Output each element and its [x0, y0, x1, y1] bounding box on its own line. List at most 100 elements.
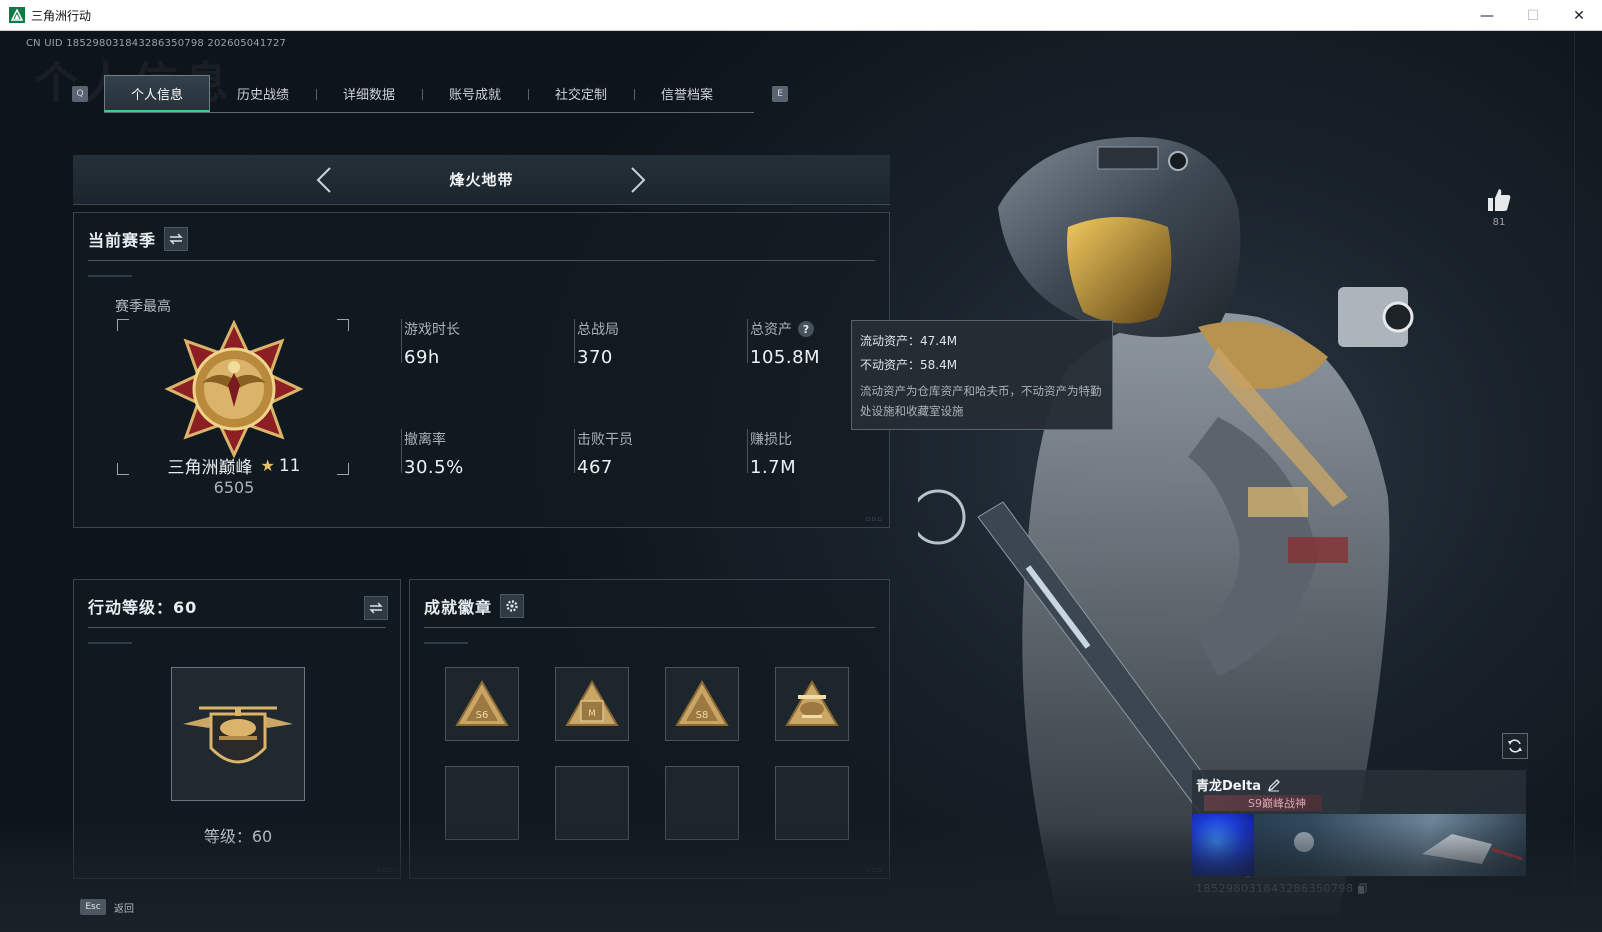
game-viewport: 个人信息 CN UID 18529803184328635079​8 20260…	[0, 31, 1602, 932]
stat-kills: 击败干员 467	[574, 429, 734, 478]
close-button[interactable]: ✕	[1556, 0, 1602, 31]
tab-credit-record[interactable]: 信誉档案	[634, 75, 740, 112]
prev-mode-button[interactable]	[309, 165, 339, 195]
panel-divider	[88, 260, 875, 261]
window-controls: — ☐ ✕	[1464, 0, 1602, 31]
ops-level-panel: 行动等级：60 等级：60 ▫▫▫	[73, 579, 401, 879]
rank-points: 6505	[213, 478, 255, 497]
app-logo-icon	[9, 7, 25, 23]
achievements-header: 成就徽章	[424, 594, 525, 618]
like-area: 81	[1484, 187, 1514, 228]
achievements-title: 成就徽章	[424, 598, 493, 617]
achievement-badge-icon: S8	[675, 680, 729, 726]
esc-key[interactable]: Esc	[80, 899, 106, 915]
player-id: 1852980318432863507​98	[1196, 882, 1354, 895]
edit-icon[interactable]	[1267, 778, 1281, 792]
swap-icon	[369, 602, 383, 614]
astronaut-banner-art	[1294, 832, 1523, 864]
maximize-button[interactable]: ☐	[1510, 0, 1556, 31]
stat-value: 370	[577, 347, 613, 368]
tab-achievements[interactable]: 账号成就	[422, 75, 528, 112]
stat-profit-ratio: 赚损比 1.7M	[747, 429, 907, 478]
prev-tab-key-hint[interactable]: Q	[72, 86, 88, 102]
season-panel: 当前赛季 赛季最高 三角洲巅峰 ★ 11 6505 游戏时长 69h 总战局 3…	[73, 212, 890, 528]
help-icon[interactable]: ?	[798, 321, 814, 337]
rank-frame	[117, 319, 349, 475]
achievements-settings-button[interactable]	[500, 594, 525, 618]
chevron-right-icon	[631, 167, 646, 193]
season-best-label: 赛季最高	[115, 299, 171, 315]
window-titlebar: 三角洲行动 — ☐ ✕	[0, 0, 1602, 31]
refresh-icon	[1508, 739, 1522, 753]
uid-line: CN UID 18529803184328635079​8 2026050417…	[26, 38, 287, 49]
stat-value: 1.7M	[750, 457, 797, 478]
player-id-row: 1852980318432863507​98	[1196, 882, 1367, 895]
rank-star-icon: ★	[260, 456, 275, 475]
mode-selector: 烽火地带	[73, 155, 890, 205]
season-header: 当前赛季	[88, 227, 189, 251]
season-switch-button[interactable]	[164, 227, 189, 251]
tab-bar: Q 个人信息 历史战绩 详细数据 账号成就 社交定制 信誉档案 E	[72, 75, 788, 113]
minimize-button[interactable]: —	[1464, 0, 1510, 31]
achievement-badge-icon: M	[565, 680, 619, 726]
asset-tooltip: 流动资产：47.4M 不动资产：58.4M 流动资产为仓库资产和哈夫币，不动资产…	[851, 320, 1113, 430]
back-label: 返回	[114, 903, 134, 915]
tab-personal-info[interactable]: 个人信息	[104, 75, 210, 112]
achievements-panel: 成就徽章 S6 M S8 ▫▫▫	[409, 579, 890, 879]
stat-label: 总战局	[577, 322, 619, 338]
crest-badge-icon	[785, 680, 839, 726]
achievement-empty-slot[interactable]	[775, 766, 849, 840]
panel-divider	[424, 627, 875, 628]
panel-divider-accent	[424, 642, 468, 644]
ops-header: 行动等级：60	[88, 594, 197, 618]
rank-name-row: 三角洲巅峰 ★ 11	[74, 453, 394, 479]
player-card[interactable]: 青龙Delta S9巅峰战神	[1192, 770, 1526, 878]
tooltip-description: 流动资产为仓库资产和哈夫币，不动资产为特勤处设施和收藏室设施	[860, 384, 1102, 418]
thumbs-up-icon[interactable]	[1486, 187, 1512, 213]
achievement-badge-slot[interactable]: S6	[445, 667, 519, 741]
rank-emblem-icon	[164, 319, 304, 459]
player-name: 青龙Delta	[1196, 779, 1262, 794]
panel-divider	[88, 627, 386, 628]
season-title: 当前赛季	[88, 231, 157, 250]
copy-icon[interactable]	[1357, 883, 1367, 895]
badge-label: S6	[476, 710, 489, 721]
achievement-badge-slot[interactable]: S8	[665, 667, 739, 741]
rank-stars: 11	[278, 455, 301, 476]
stat-label: 总资产	[750, 322, 792, 338]
chevron-left-icon	[316, 167, 331, 193]
stat-label: 赚损比	[750, 432, 792, 448]
stat-value: 467	[577, 457, 613, 478]
tab-detailed-data[interactable]: 详细数据	[316, 75, 422, 112]
corner-dots: ▫▫▫	[865, 866, 883, 874]
achievement-badge-slot[interactable]: M	[555, 667, 629, 741]
stat-label: 游戏时长	[404, 322, 460, 338]
back-hint[interactable]: Esc 返回	[80, 899, 134, 915]
gear-icon	[506, 600, 518, 612]
panel-divider-accent	[88, 275, 132, 277]
refresh-button[interactable]	[1502, 733, 1528, 759]
tooltip-liquid-assets: 流动资产：47.4M	[860, 334, 958, 348]
ops-switch-button[interactable]	[364, 596, 388, 620]
rank-name: 三角洲巅峰	[167, 458, 253, 478]
player-name-row: 青龙Delta	[1196, 775, 1281, 794]
achievement-empty-slot[interactable]	[665, 766, 739, 840]
tab-match-history[interactable]: 历史战绩	[210, 75, 316, 112]
swap-icon	[169, 233, 183, 245]
helicopter-badge-icon	[183, 706, 293, 764]
panel-divider-accent	[88, 642, 132, 644]
achievement-empty-slot[interactable]	[445, 766, 519, 840]
window-title: 三角洲行动	[31, 8, 92, 23]
achievement-badge-slot[interactable]	[775, 667, 849, 741]
badge-label: S8	[696, 710, 709, 721]
ops-badge[interactable]	[171, 667, 305, 801]
corner-dots: ▫▫▫	[865, 515, 883, 523]
tooltip-fixed-assets: 不动资产：58.4M	[860, 358, 958, 372]
next-tab-key-hint[interactable]: E	[772, 86, 788, 102]
stat-value: 69h	[404, 347, 440, 368]
next-mode-button[interactable]	[623, 165, 653, 195]
tab-social-custom[interactable]: 社交定制	[528, 75, 634, 112]
stat-value: 30.5%	[404, 457, 464, 478]
achievement-empty-slot[interactable]	[555, 766, 629, 840]
badge-label: M	[588, 709, 596, 719]
